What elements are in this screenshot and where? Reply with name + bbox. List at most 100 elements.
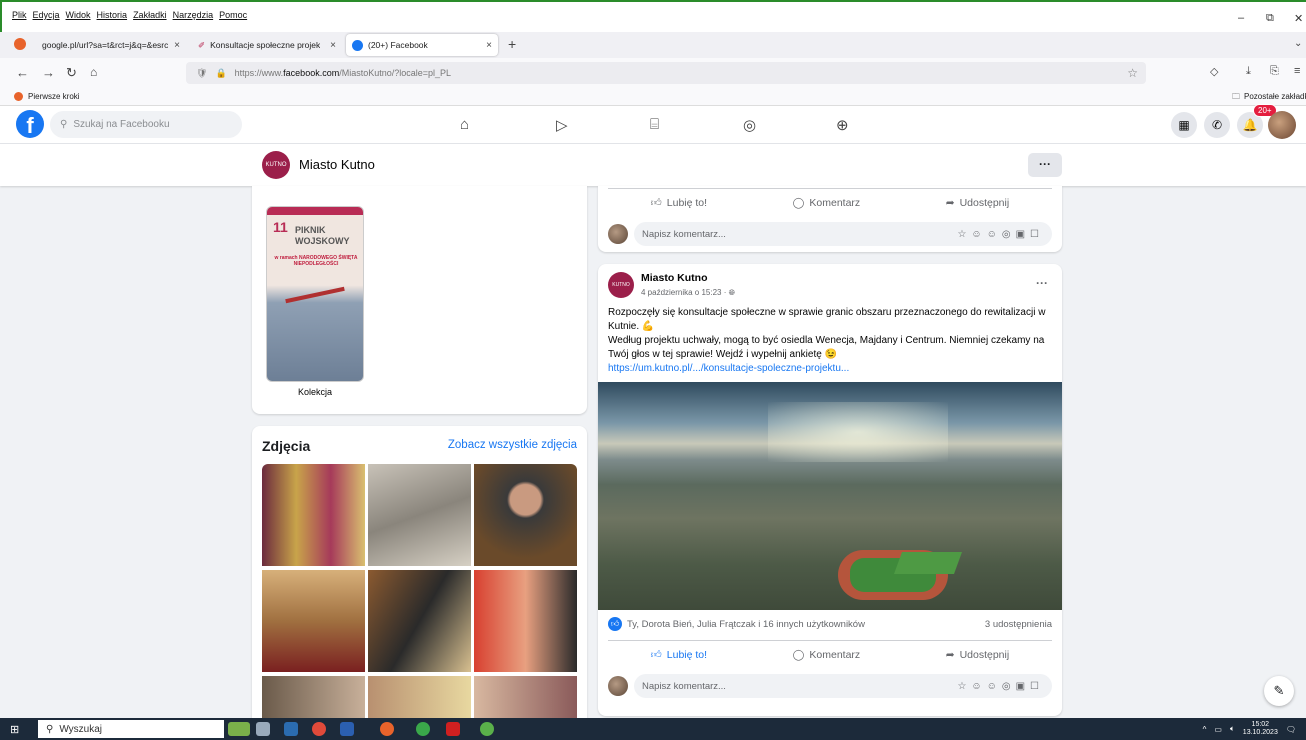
post-more-button[interactable]: ··· <box>1036 276 1048 290</box>
close-tab-icon[interactable]: × <box>174 40 180 51</box>
facebook-logo[interactable]: f <box>16 110 44 138</box>
menu-edit[interactable]: Edycja <box>33 10 60 20</box>
minimize-icon[interactable]: – <box>1238 12 1244 24</box>
post-author[interactable]: Miasto Kutno <box>641 272 708 284</box>
downloads-icon[interactable]: ⤓ <box>1246 65 1251 78</box>
taskbar-search-input[interactable]: ⚲ Wyszukaj <box>38 720 224 738</box>
photo-thumbnail[interactable] <box>262 570 365 672</box>
page-more-button[interactable]: ··· <box>1028 153 1062 177</box>
photo-thumbnail[interactable] <box>474 676 577 724</box>
comment-input[interactable]: Napisz komentarz... ☆☺☺◎▣☐ <box>634 674 1052 698</box>
file-explorer-icon[interactable] <box>284 722 298 736</box>
page-logo[interactable]: KUTNO <box>262 151 290 179</box>
url-bar[interactable]: 🛡 🔒 https://www.facebook.com/MiastoKutno… <box>186 62 1146 84</box>
new-tab-button[interactable]: + <box>508 36 516 52</box>
close-window-icon[interactable]: ✕ <box>1294 12 1303 25</box>
menu-file[interactable]: Plik <box>12 10 27 20</box>
tab-facebook[interactable]: (20+) Facebook × <box>346 34 498 56</box>
marketplace-icon[interactable]: ⌸ <box>650 116 659 133</box>
like-button[interactable]: 👍︎ Lubię to! <box>651 648 707 662</box>
qgis-icon[interactable] <box>416 722 430 736</box>
share-label: Udostępnij <box>959 648 1010 661</box>
page-title[interactable]: Miasto Kutno <box>299 157 375 172</box>
edit-icon[interactable]: ✎ <box>1264 676 1294 706</box>
photo-thumbnail[interactable] <box>474 464 577 566</box>
post-date[interactable]: 4 października o 15:23 · 🌐︎ <box>641 288 735 298</box>
close-tab-icon[interactable]: × <box>486 40 492 51</box>
tab-konsultacje[interactable]: ✐ Konsultacje społeczne projektu × <box>192 34 342 56</box>
home-icon[interactable]: ⌂ <box>460 116 469 133</box>
photo-thumbnail[interactable] <box>262 464 365 566</box>
task-view-icon[interactable] <box>256 722 270 736</box>
post-link[interactable]: https://um.kutno.pl/.../konsultacje-spol… <box>608 362 1048 376</box>
comment-input[interactable]: Napisz komentarz... ☆☺☺◎▣☐ <box>634 222 1052 246</box>
collection-label[interactable]: Kolekcja <box>298 387 332 397</box>
app-menu-icon[interactable]: ≡ <box>1294 65 1300 77</box>
menu-tools[interactable]: Narzędzia <box>173 10 214 20</box>
menu-history[interactable]: Historia <box>97 10 128 20</box>
groups-icon[interactable]: ◎ <box>743 116 756 134</box>
facebook-search-input[interactable]: ⚲ Szukaj na Facebooku <box>50 111 242 138</box>
home-icon[interactable]: ⌂ <box>90 65 97 79</box>
comment-tools-icon[interactable]: ☆☺☺◎▣☐ <box>957 229 1044 240</box>
close-tab-icon[interactable]: × <box>330 40 336 51</box>
menu-bookmarks[interactable]: Zakładki <box>133 10 167 20</box>
menu-grid-icon[interactable]: ▦ <box>1171 112 1197 138</box>
sun-rays-image <box>768 402 948 462</box>
shares-count[interactable]: 3 udostępnienia <box>985 619 1052 630</box>
avatar[interactable] <box>1268 111 1296 139</box>
comment-button[interactable]: ◯ Komentarz <box>793 197 861 209</box>
list-tabs-icon[interactable]: ⌄ <box>1294 38 1302 49</box>
bookmark-first-steps[interactable]: Pierwsze kroki <box>28 92 80 101</box>
acrobat-icon[interactable] <box>446 722 460 736</box>
post-image-aerial-city[interactable] <box>598 382 1062 610</box>
reload-icon[interactable]: ↻ <box>66 65 77 81</box>
url-path: /MiastoKutno/?locale=pl_PL <box>339 68 452 78</box>
messenger-icon[interactable]: ✆ <box>1204 112 1230 138</box>
share-button[interactable]: ➦ Udostępnij <box>946 649 1009 661</box>
bookmark-other[interactable]: Pozostałe zakładki <box>1244 92 1306 101</box>
tab-google[interactable]: google.pl/url?sa=t&rct=j&q=&esrc × <box>36 34 186 56</box>
network-icon[interactable]: ▭ <box>1214 725 1222 734</box>
chrome-icon[interactable] <box>312 722 326 736</box>
poster-subtitle: w ramach NARODOWEGO ŚWIĘTA NIEPODLEGŁOŚC… <box>274 255 358 267</box>
firefox-icon[interactable] <box>380 722 394 736</box>
photo-thumbnail[interactable] <box>262 676 365 724</box>
facebook-header: f ⚲ Szukaj na Facebooku ⌂ ▷ ⌸ ◎ ⊕ ▦ ✆ 🔔 … <box>0 104 1306 144</box>
back-icon[interactable]: ← <box>16 65 29 80</box>
photo-thumbnail[interactable] <box>474 570 577 672</box>
volume-icon[interactable]: 🔈︎ <box>1230 724 1235 734</box>
comment-button[interactable]: ◯ Komentarz <box>793 649 861 661</box>
post-text: Rozpoczęły się konsultacje społeczne w s… <box>608 306 1048 376</box>
photos-title[interactable]: Zdjęcia <box>262 438 310 454</box>
collection-poster[interactable]: 11 PIKNIK WOJSKOWY w ramach NARODOWEGO Ś… <box>266 206 364 382</box>
pocket-icon[interactable]: ◇ <box>1210 65 1218 78</box>
restore-icon[interactable]: ⧉ <box>1266 12 1274 25</box>
tray-arrow-icon[interactable]: ^ <box>1203 725 1207 734</box>
taskbar-widget-icon[interactable] <box>228 722 250 736</box>
menu-help[interactable]: Pomoc <box>219 10 247 20</box>
forward-icon[interactable]: → <box>42 65 55 80</box>
gaming-icon[interactable]: ⊕ <box>836 116 849 134</box>
greenshot-icon[interactable] <box>480 722 494 736</box>
word-icon[interactable] <box>340 722 354 736</box>
watch-icon[interactable]: ▷ <box>556 116 568 134</box>
clock[interactable]: 15:02 13.10.2023 <box>1243 721 1278 737</box>
post-author-avatar[interactable]: KUTNO <box>608 272 634 298</box>
reactions-summary[interactable]: Ty, Dorota Bień, Julia Frątczak i 16 inn… <box>627 619 865 630</box>
like-button[interactable]: 👍︎ Lubię to! <box>650 196 707 210</box>
firefox-view-icon[interactable] <box>14 38 26 50</box>
photo-thumbnail[interactable] <box>368 676 471 724</box>
windows-start-icon[interactable]: ⊞ <box>10 723 19 736</box>
share-button[interactable]: ➦ Udostępnij <box>946 197 1009 209</box>
menu-view[interactable]: Widok <box>66 10 91 20</box>
thumb-up-icon: 👍︎ <box>650 197 662 209</box>
globe-icon: 🌐︎ <box>728 288 736 297</box>
bookmark-star-icon[interactable]: ☆ <box>1127 66 1138 80</box>
extensions-icon[interactable]: ⎘ <box>1270 65 1279 78</box>
photo-thumbnail[interactable] <box>368 464 471 566</box>
comment-tools-icon[interactable]: ☆☺☺◎▣☐ <box>957 681 1044 692</box>
photo-thumbnail[interactable] <box>368 570 471 672</box>
notification-center-icon[interactable]: 🗨 <box>1286 725 1296 734</box>
see-all-photos-link[interactable]: Zobacz wszystkie zdjęcia <box>448 439 577 451</box>
